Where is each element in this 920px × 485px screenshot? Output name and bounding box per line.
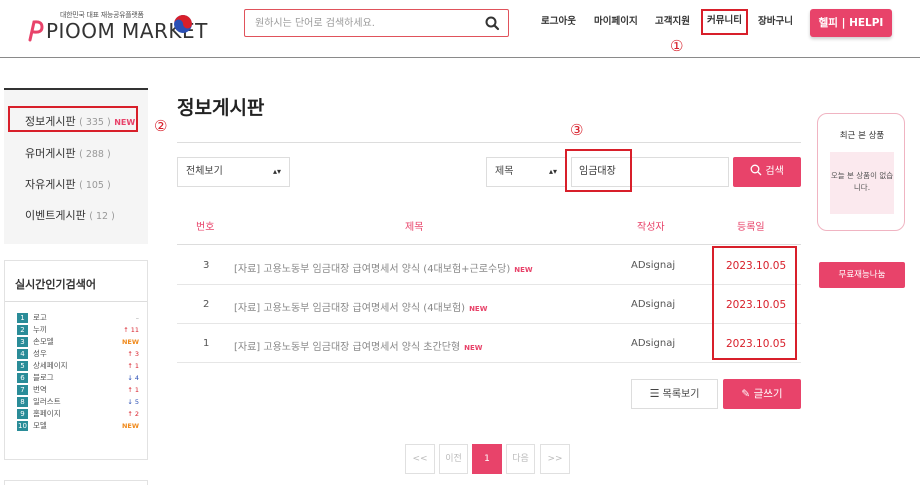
annotation-3: ③: [570, 121, 584, 139]
recent-products-title: 최근 본 상품: [839, 131, 885, 141]
table-row[interactable]: 3 [자료] 고용노동부 임금대장 급여명세서 양식 (4대보험+근로수당) NE…: [177, 246, 801, 285]
keyword-item[interactable]: 8 일러스트 ↓ 5: [17, 397, 139, 408]
board-search-button[interactable]: 검색: [733, 157, 801, 187]
pencil-icon: ✎: [741, 388, 751, 400]
page-next-button[interactable]: 다음: [506, 444, 535, 474]
column-header-date: 등록일: [737, 222, 765, 233]
board-filter-select[interactable]: 전체보기 ▴▾: [177, 157, 290, 187]
page-first-button[interactable]: <<: [405, 444, 435, 474]
search-box: [244, 9, 509, 37]
nav-cart[interactable]: 장바구니: [758, 10, 793, 34]
search-icon: [750, 164, 762, 176]
column-header-author: 작성자: [637, 222, 665, 233]
keyword-item[interactable]: 5 상세페이지 ↑ 1: [17, 361, 139, 372]
search-icon[interactable]: [484, 15, 500, 31]
post-author: ADsignaj: [631, 299, 676, 310]
nav-community[interactable]: 커뮤니티: [701, 9, 748, 35]
new-badge: NEW: [514, 266, 533, 274]
keyword-item[interactable]: 6 블로그 ↓ 4: [17, 373, 139, 384]
page-1-button[interactable]: 1: [472, 444, 502, 474]
post-subject[interactable]: [자료] 고용노동부 임금대장 급여명세서 양식 (4대보험) NEW: [234, 299, 487, 314]
post-subject[interactable]: [자료] 고용노동부 임금대장 급여명세서 양식 (4대보험+근로수당) NEW: [234, 260, 533, 275]
table-row[interactable]: 2 [자료] 고용노동부 임금대장 급여명세서 양식 (4대보험) NEW ADs…: [177, 285, 801, 324]
new-badge: NEW: [469, 305, 488, 313]
divider: [5, 301, 147, 302]
keyword-item[interactable]: 3 손모델 NEW: [17, 337, 139, 348]
keyword-item[interactable]: 2 누끼 ↑ 11: [17, 325, 139, 336]
annotation-1: ①: [670, 37, 684, 55]
taegeuk-icon: [174, 15, 192, 33]
keyword-item[interactable]: 4 성우 ↑ 3: [17, 349, 139, 360]
keyword-item[interactable]: 1 로고 –: [17, 313, 139, 324]
sidebar-item-humor-board[interactable]: 유머게시판 ( 288 ): [25, 145, 111, 161]
annotation-box-dates: [712, 246, 797, 360]
search-field-select[interactable]: 제목 ▴▾: [486, 157, 566, 187]
keyword-item[interactable]: 7 번역 ↑ 1: [17, 385, 139, 396]
nav-logout[interactable]: 로그아웃: [541, 10, 576, 34]
post-number: 3: [203, 260, 210, 271]
post-author: ADsignaj: [631, 338, 676, 349]
table-row[interactable]: 1 [자료] 고용노동부 임금대장 급여명세서 양식 초간단형 NEW ADsig…: [177, 324, 801, 363]
post-subject[interactable]: [자료] 고용노동부 임금대장 급여명세서 양식 초간단형 NEW: [234, 338, 482, 353]
page-title: 정보게시판: [177, 97, 265, 119]
list-view-button[interactable]: ☰ 목록보기: [631, 379, 718, 409]
sidebar-item-event-board[interactable]: 이벤트게시판 ( 12 ): [25, 207, 115, 223]
helpi-button[interactable]: 헬피 | HELPI: [810, 9, 892, 37]
page-prev-button[interactable]: 이전: [439, 444, 468, 474]
write-button[interactable]: ✎ 글쓰기: [723, 379, 801, 409]
logo-p-icon: [28, 20, 44, 42]
annotation-2: ②: [154, 117, 168, 135]
popular-keywords-panel: 실시간인기검색어 1 로고 – 2 누끼 ↑ 11 3 손모델 NEW 4 성우 ↑ 3 5 상세…: [4, 260, 148, 460]
sidebar-item-free-board[interactable]: 자유게시판 ( 105 ): [25, 176, 111, 192]
recent-products-panel: 최근 본 상품 오늘 본 상품이 없습니다.: [817, 113, 905, 231]
keyword-item[interactable]: 9 홈페이지 ↑ 2: [17, 409, 139, 420]
sidebar-next-panel: [4, 480, 148, 485]
free-talent-button[interactable]: 무료재능나눔: [819, 262, 905, 288]
recent-products-empty: 오늘 본 상품이 없습니다.: [830, 152, 894, 214]
page-last-button[interactable]: >>: [540, 444, 570, 474]
new-badge: NEW: [464, 344, 483, 352]
list-icon: ☰: [649, 387, 660, 400]
search-input[interactable]: [255, 15, 475, 31]
keyword-item[interactable]: 10 모델 NEW: [17, 421, 139, 432]
updown-arrow-icon: ▴▾: [548, 167, 557, 176]
popular-keywords-title: 실시간인기검색어: [15, 278, 96, 291]
annotation-box-2: [8, 106, 138, 132]
post-author: ADsignaj: [631, 260, 676, 271]
annotation-box-3: [565, 149, 632, 192]
column-header-subject: 제목: [405, 222, 424, 233]
post-number: 1: [203, 338, 210, 349]
post-number: 2: [203, 299, 210, 310]
column-header-number: 번호: [196, 222, 215, 233]
nav-support[interactable]: 고객지원: [655, 10, 690, 34]
updown-arrow-icon: ▴▾: [272, 167, 281, 176]
header: 대한민국 대표 재능공유플랫폼 PIOOM MARKET 로그아웃 마이페이지 …: [0, 0, 920, 58]
nav-mypage[interactable]: 마이페이지: [594, 10, 638, 34]
table-header: 번호 제목 작성자 등록일: [177, 205, 801, 245]
